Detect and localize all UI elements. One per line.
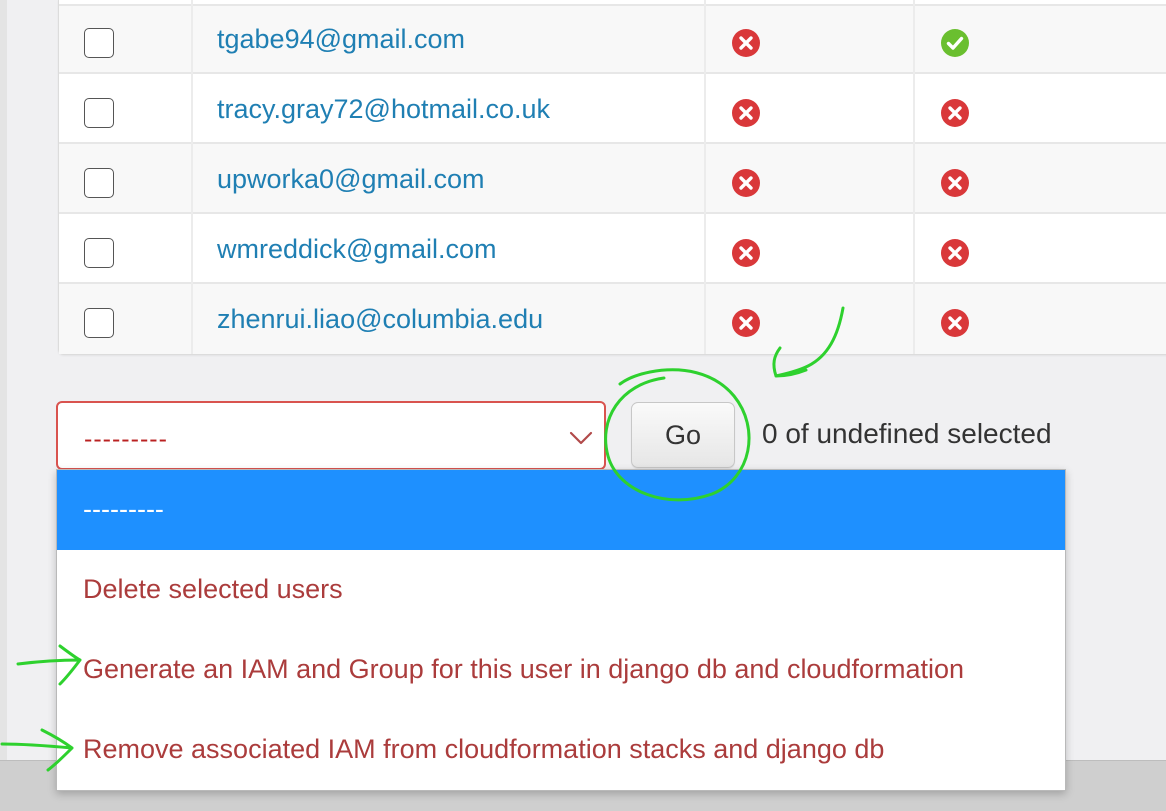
go-button[interactable]: Go: [631, 402, 735, 468]
error-icon: [941, 239, 969, 267]
action-dropdown-list: --------- Delete selected users Generate…: [56, 469, 1066, 791]
row-select-checkbox[interactable]: [84, 238, 114, 268]
action-select[interactable]: ---------: [56, 401, 606, 470]
row-select-checkbox[interactable]: [84, 98, 114, 128]
user-email-link[interactable]: upworka0@gmail.com: [217, 164, 485, 195]
error-icon: [732, 239, 760, 267]
action-select-value: ---------: [84, 425, 168, 453]
column-divider: [191, 0, 193, 354]
user-email-link[interactable]: zhenrui.liao@columbia.edu: [217, 304, 543, 335]
error-icon: [941, 309, 969, 337]
column-divider: [704, 0, 706, 354]
selection-counter: 0 of undefined selected: [762, 418, 1052, 449]
success-icon: [941, 29, 969, 57]
table-row: upworka0@gmail.com: [59, 144, 1166, 214]
chevron-down-icon: [569, 431, 593, 445]
error-icon: [941, 169, 969, 197]
users-table: tgabe94@gmail.com tracy.gray72@hotmail.c…: [58, 0, 1166, 355]
error-icon: [732, 169, 760, 197]
error-icon: [732, 309, 760, 337]
table-row: zhenrui.liao@columbia.edu: [59, 284, 1166, 354]
dropdown-option-label: Delete selected users: [83, 574, 343, 604]
user-email-link[interactable]: tgabe94@gmail.com: [217, 24, 465, 55]
error-icon: [941, 99, 969, 127]
table-row: tgabe94@gmail.com: [59, 4, 1166, 74]
row-select-checkbox[interactable]: [84, 28, 114, 58]
error-icon: [732, 99, 760, 127]
page-left-strip: [0, 0, 7, 760]
table-row: wmreddick@gmail.com: [59, 214, 1166, 284]
row-select-checkbox[interactable]: [84, 308, 114, 338]
dropdown-option-remove-iam[interactable]: Remove associated IAM from cloudformatio…: [57, 710, 1065, 790]
row-select-checkbox[interactable]: [84, 168, 114, 198]
user-email-link[interactable]: wmreddick@gmail.com: [217, 234, 496, 265]
dropdown-option-generate-iam[interactable]: Generate an IAM and Group for this user …: [57, 630, 1065, 710]
dropdown-option-delete-users[interactable]: Delete selected users: [57, 550, 1065, 630]
dropdown-option-label: Remove associated IAM from cloudformatio…: [83, 734, 885, 764]
dropdown-option-label: ---------: [83, 494, 164, 524]
dropdown-option-empty[interactable]: ---------: [57, 470, 1065, 550]
dropdown-option-label: Generate an IAM and Group for this user …: [83, 654, 965, 684]
error-icon: [732, 29, 760, 57]
table-row: tracy.gray72@hotmail.co.uk: [59, 74, 1166, 144]
user-email-link[interactable]: tracy.gray72@hotmail.co.uk: [217, 94, 550, 125]
column-divider: [913, 0, 915, 354]
